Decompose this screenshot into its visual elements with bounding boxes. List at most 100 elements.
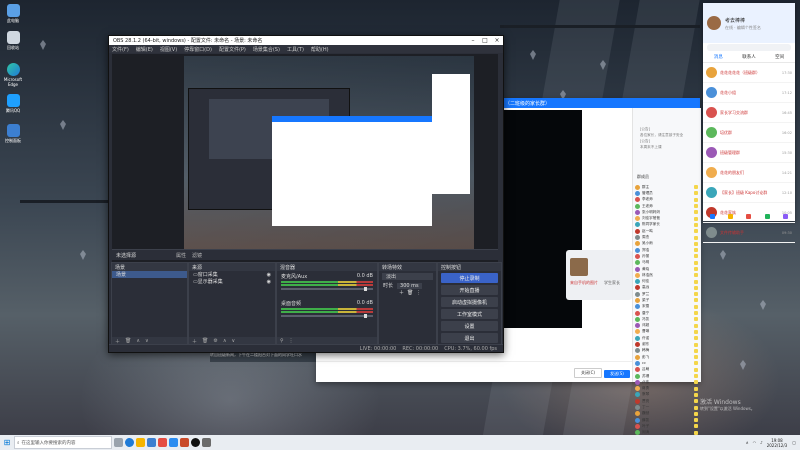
desktop-icon-edge[interactable]: Microsoft Edge <box>3 63 23 87</box>
game-icon[interactable] <box>180 438 189 447</box>
desktop-icon-control-panel[interactable]: 控制面板 <box>3 124 23 144</box>
windows-start-icon[interactable]: ⊞ <box>0 438 14 447</box>
close-icon[interactable]: × <box>491 37 503 44</box>
menu-icon[interactable] <box>709 213 715 219</box>
qq-signature[interactable]: 在线 · 编辑个性签名 <box>725 25 761 31</box>
avatar[interactable] <box>707 16 721 30</box>
conversation-item[interactable]: 培优群 16:02 <box>703 123 795 143</box>
member-avatar <box>635 392 640 398</box>
menu-docks[interactable]: 停靠窗口(D) <box>184 46 212 53</box>
tray-up-icon[interactable]: ∧ <box>746 440 749 445</box>
qq-search-input[interactable] <box>707 44 791 51</box>
member-name: 薛凯 <box>642 417 650 422</box>
conversation-item[interactable]: 花花的朋友们 14:21 <box>703 163 795 183</box>
member-name: 黄晓 <box>642 266 650 271</box>
volume-icon[interactable]: ♪ <box>760 440 763 445</box>
menu-file[interactable]: 文件(F) <box>112 46 129 53</box>
notification-icon[interactable]: ▢ <box>792 440 796 445</box>
menu-scene-collection[interactable]: 场景集合(S) <box>253 46 280 53</box>
member-badge <box>694 374 698 379</box>
conversation-item[interactable]: 文件传输助手 09:30 <box>703 223 795 243</box>
game-icon[interactable] <box>764 213 770 219</box>
conversation-item[interactable]: 花花小组 17:12 <box>703 83 795 103</box>
maximize-icon[interactable]: □ <box>479 37 491 44</box>
settings-button[interactable]: 设置 <box>441 321 498 331</box>
member-avatar <box>635 411 640 417</box>
conversation-item[interactable]: 【家长】班级 Kapo讨论群 12:10 <box>703 183 795 203</box>
source-toolbar: 未选择源 属性 滤镜 <box>112 249 498 260</box>
volume-slider[interactable] <box>281 287 373 291</box>
member-badge <box>694 191 698 196</box>
source-item[interactable]: ▭ 窗口采集 ◉ <box>189 271 275 279</box>
store-icon[interactable] <box>147 438 156 447</box>
tab-messages[interactable]: 消息 <box>703 54 734 60</box>
eye-icon[interactable]: ◉ <box>267 272 271 278</box>
menu-help[interactable]: 帮助(H) <box>311 46 329 53</box>
qq-icon[interactable] <box>169 438 178 447</box>
task-view-icon[interactable] <box>114 438 123 447</box>
member-badge <box>694 267 698 271</box>
window-controls: – □ × <box>467 37 503 44</box>
conversation-item[interactable]: 花花花花花（班级群） 17:30 <box>703 63 795 83</box>
recycle-bin-icon <box>6 31 20 44</box>
member-badge <box>694 254 698 259</box>
source-item[interactable]: ▭ 显示器采集 ◉ <box>189 278 275 286</box>
tab-space[interactable]: 空间 <box>764 54 795 60</box>
obs-titlebar[interactable]: OBS 28.1.2 (64-bit, windows) - 配置文件: 未命名… <box>109 36 503 45</box>
menu-view[interactable]: 视图(V) <box>160 46 177 53</box>
duration-input[interactable]: 300 ms <box>397 282 422 289</box>
menu-profile[interactable]: 配置文件(P) <box>219 46 246 53</box>
minimize-icon[interactable]: – <box>467 37 479 44</box>
edge-icon[interactable] <box>125 438 134 447</box>
obs-preview[interactable] <box>112 54 498 265</box>
desktop-icon-qq[interactable]: 腾讯QQ <box>3 94 23 114</box>
menu-tools[interactable]: 工具(T) <box>287 46 304 53</box>
conversation-item[interactable]: 班级管理群 15:30 <box>703 143 795 163</box>
chat-input-area[interactable]: 关闭(C) 发送(S) <box>316 361 632 382</box>
settings-icon[interactable] <box>202 438 211 447</box>
captured-chat-window <box>272 116 432 226</box>
clock[interactable]: 19:08 2022/12/3 <box>767 438 788 448</box>
taskbar-search[interactable]: ⌕ 在这里输入你要搜索的内容 <box>14 436 112 449</box>
close-button[interactable]: 关闭(C) <box>574 368 602 378</box>
member-badge <box>694 336 698 341</box>
member-name: 张小明妈妈 <box>642 209 660 214</box>
filters-button[interactable]: 滤镜 <box>192 252 202 259</box>
start-streaming-button[interactable]: 开始直播 <box>441 285 498 295</box>
scene-item[interactable]: 场景 <box>112 271 187 278</box>
member-name: 唐宁 <box>642 310 650 315</box>
app-icon[interactable] <box>746 213 752 219</box>
add-icon[interactable]: ＋ <box>399 289 404 296</box>
app-icon[interactable] <box>158 438 167 447</box>
volume-meter <box>281 311 373 313</box>
stop-recording-button[interactable]: 停止录制 <box>441 273 498 283</box>
member-avatar <box>635 184 640 190</box>
conversation-time: 17:30 <box>781 70 792 75</box>
folder-icon[interactable] <box>728 213 734 219</box>
properties-button[interactable]: 属性 <box>176 252 186 259</box>
conversation-item[interactable]: 家长学习交流群 16:45 <box>703 103 795 123</box>
transition-toolbar: ＋ 🗑 ⋮ <box>379 289 436 297</box>
transition-select[interactable]: 淡出 <box>382 273 433 280</box>
obs-icon[interactable] <box>191 438 200 447</box>
send-button[interactable]: 发送(S) <box>604 370 630 378</box>
member-name: 彭飞 <box>642 354 650 359</box>
image-message-bubble[interactable]: 来自手机的图片 学生家长 <box>566 250 632 300</box>
tools-icon[interactable] <box>783 213 789 219</box>
trash-icon[interactable]: 🗑 <box>407 290 413 296</box>
studio-mode-button[interactable]: 工作室模式 <box>441 309 498 319</box>
member-badge <box>694 367 698 372</box>
eye-icon[interactable]: ◉ <box>267 279 271 285</box>
exit-button[interactable]: 退出 <box>441 333 498 343</box>
volume-slider[interactable] <box>281 314 373 318</box>
more-icon[interactable]: ⋮ <box>416 290 421 296</box>
desktop-icon-recycle-bin[interactable]: 回收站 <box>3 31 23 51</box>
menu-edit[interactable]: 编辑(E) <box>136 46 153 53</box>
desktop-icon-computer[interactable]: 此电脑 <box>3 4 23 24</box>
file-explorer-icon[interactable] <box>136 438 145 447</box>
member-badge <box>694 311 698 316</box>
network-icon[interactable]: ◠ <box>753 440 757 445</box>
volume-meter <box>281 281 373 283</box>
virtual-camera-button[interactable]: 启动虚拟摄像机 <box>441 297 498 307</box>
tab-contacts[interactable]: 联系人 <box>734 54 765 60</box>
